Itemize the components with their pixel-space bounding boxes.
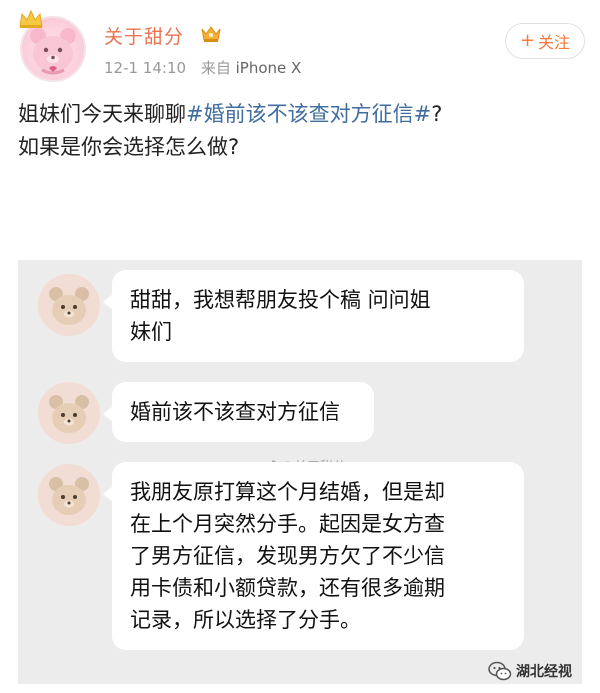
chat-bubble-line: 记录，所以选择了分手。 <box>130 608 361 632</box>
crown-icon <box>19 9 43 28</box>
post-text-prefix: 姐妹们今天来聊聊 <box>18 102 186 126</box>
follow-label: 关注 <box>538 33 571 52</box>
chat-bubble: 甜甜，我想帮朋友投个稿 问问姐 妹们 <box>103 270 524 362</box>
user-name[interactable]: 关于甜分 <box>104 22 184 49</box>
follow-button[interactable]: + 关注 <box>505 23 585 59</box>
bear-avatar-icon <box>38 464 100 526</box>
post-text-line1: 姐妹们今天来聊聊#婚前该不该查对方征信#? <box>18 98 588 131</box>
plus-icon: + <box>519 30 536 51</box>
vip-badge-icon <box>201 26 221 42</box>
post-text-line2: 如果是你会选择怎么做? <box>18 135 240 159</box>
chat-bubble-line: 妹们 <box>130 320 172 344</box>
post-text: 姐妹们今天来聊聊#婚前该不该查对方征信#? 如果是你会选择怎么做? <box>18 98 588 164</box>
user-avatar[interactable] <box>19 9 86 82</box>
chat-bubble-line: 我朋友原打算这个月结婚，但是却 <box>130 480 445 504</box>
hashtag-link[interactable]: #婚前该不该查对方征信# <box>186 102 431 126</box>
bear-avatar-icon <box>38 382 100 444</box>
source-logo-label: 湖北经视 <box>516 664 572 680</box>
post-source-prefix: 来自 <box>200 59 231 77</box>
bear-avatar-icon <box>38 274 100 336</box>
source-logo: 湖北经视 <box>488 660 572 682</box>
post-source-device[interactable]: iPhone X <box>236 59 302 77</box>
chat-bubble-line: 了男方征信，发现男方欠了不少信 <box>130 544 445 568</box>
chat-bubble: 我朋友原打算这个月结婚，但是却 在上个月突然分手。起因是女方查 了男方征信，发现… <box>103 462 524 650</box>
post-meta: 12-1 14:10 来自 iPhone X <box>104 57 301 78</box>
chat-bubble-line: 在上个月突然分手。起因是女方查 <box>130 512 445 536</box>
chat-bubble: 婚前该不该查对方征信 <box>103 382 374 442</box>
chat-screenshot-image[interactable]: 甜甜，我想帮朋友投个稿 问问姐 妹们 婚前该不该查对方征信 我朋友原打算这个月结… <box>18 260 582 684</box>
wechat-icon <box>488 661 512 681</box>
chat-bubble-line: 婚前该不该查对方征信 <box>130 400 340 424</box>
chat-bubble-line: 用卡债和小额贷款，还有很多逾期 <box>130 576 445 600</box>
post-text-suffix: ? <box>431 102 443 126</box>
chat-bubble-line: 甜甜，我想帮朋友投个稿 问问姐 <box>130 288 431 312</box>
post-time: 12-1 14:10 <box>104 59 187 77</box>
